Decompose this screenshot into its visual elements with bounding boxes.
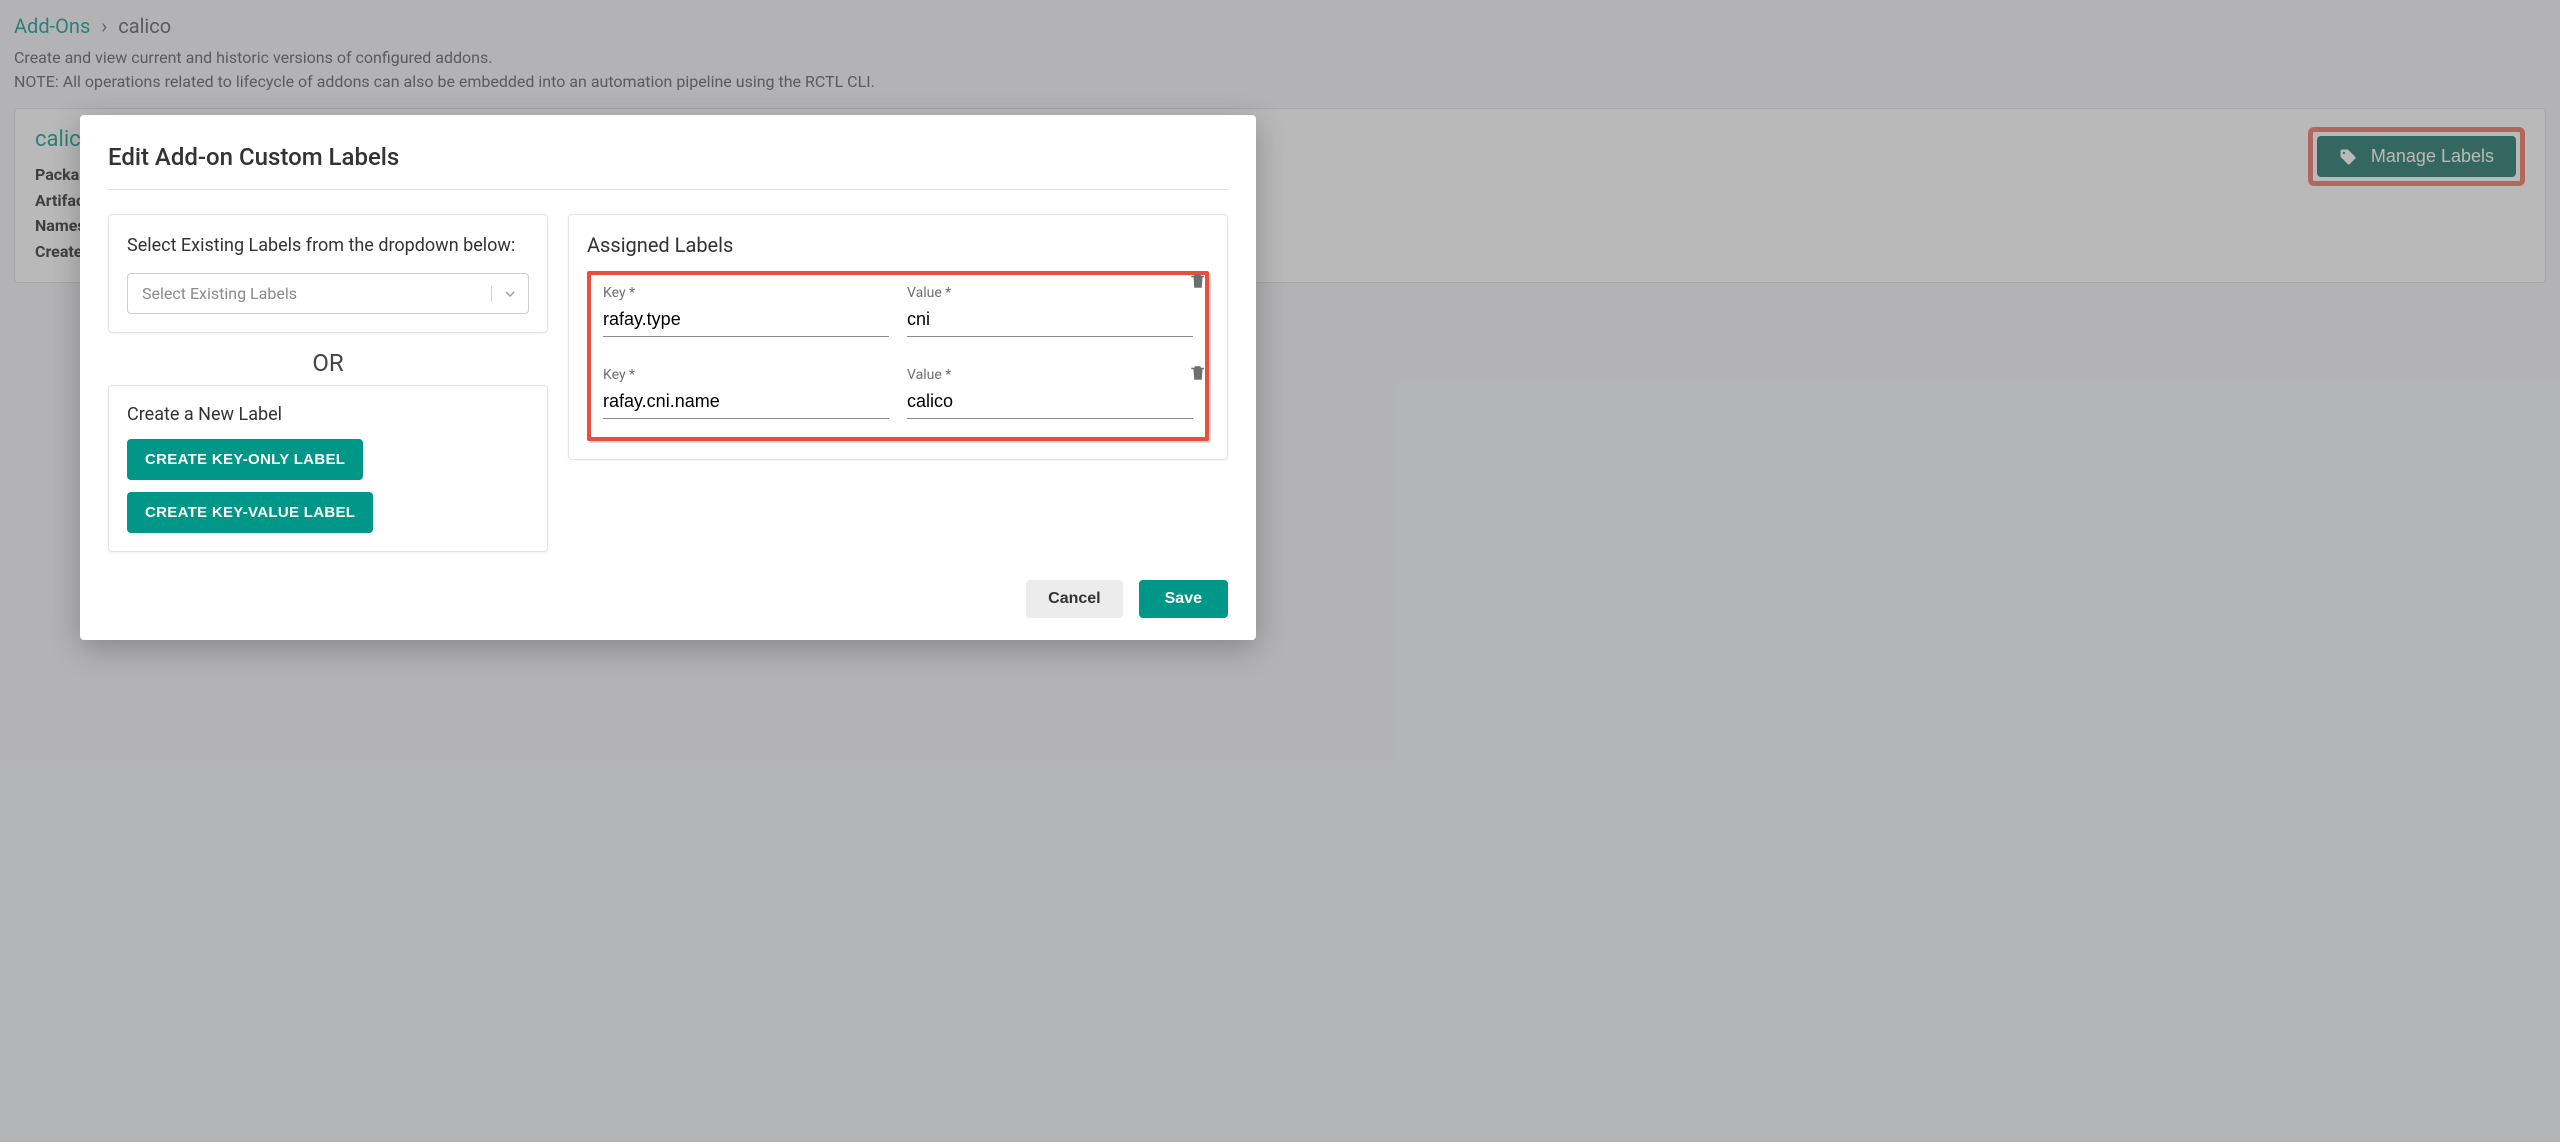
- key-field-label: Key *: [603, 285, 889, 301]
- value-field-label: Value *: [907, 285, 1193, 301]
- key-input[interactable]: [603, 305, 889, 337]
- save-button[interactable]: Save: [1139, 580, 1228, 618]
- create-label-panel: Create a New Label CREATE KEY-ONLY LABEL…: [108, 385, 548, 552]
- label-row: Key * Value *: [603, 285, 1193, 337]
- existing-labels-select[interactable]: Select Existing Labels: [127, 273, 529, 314]
- modal-title: Edit Add-on Custom Labels: [108, 143, 1228, 190]
- create-key-value-button[interactable]: CREATE KEY-VALUE LABEL: [127, 492, 373, 533]
- modal-footer: Cancel Save: [108, 580, 1228, 618]
- delete-row-icon[interactable]: [1189, 271, 1207, 301]
- or-separator: OR: [108, 349, 548, 377]
- assigned-labels-title: Assigned Labels: [587, 233, 1209, 257]
- edit-labels-modal: Edit Add-on Custom Labels Select Existin…: [80, 115, 1256, 640]
- delete-row-icon[interactable]: [1189, 363, 1207, 393]
- key-field-label: Key *: [603, 367, 889, 383]
- assigned-labels-panel: Assigned Labels Key * Value *: [568, 214, 1228, 460]
- value-field-label: Value *: [907, 367, 1193, 383]
- select-placeholder: Select Existing Labels: [142, 284, 297, 303]
- select-labels-panel: Select Existing Labels from the dropdown…: [108, 214, 548, 333]
- assigned-labels-highlight: Key * Value * Key * Value *: [587, 271, 1209, 441]
- select-labels-instruction: Select Existing Labels from the dropdown…: [127, 233, 529, 259]
- value-input[interactable]: [907, 387, 1193, 419]
- chevron-down-icon: [491, 286, 518, 302]
- create-key-only-button[interactable]: CREATE KEY-ONLY LABEL: [127, 439, 363, 480]
- label-row: Key * Value *: [603, 367, 1193, 419]
- value-input[interactable]: [907, 305, 1193, 337]
- cancel-button[interactable]: Cancel: [1026, 580, 1122, 618]
- key-input[interactable]: [603, 387, 889, 419]
- create-label-title: Create a New Label: [127, 404, 529, 425]
